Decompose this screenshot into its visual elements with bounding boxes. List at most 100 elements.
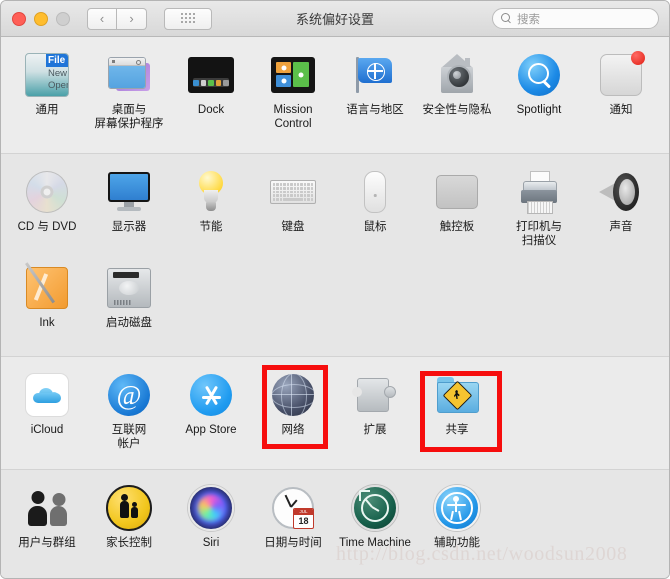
pref-label: 日期与时间 xyxy=(264,537,322,549)
close-window-button[interactable] xyxy=(12,11,26,26)
pref-item-sound[interactable]: 声音 xyxy=(580,164,662,248)
pref-label: 显示器 xyxy=(111,221,147,233)
pref-item-trackpad[interactable]: 触控板 xyxy=(416,164,498,248)
pref-label: 共享 xyxy=(445,424,469,436)
pref-item-energy-saver[interactable]: 节能 xyxy=(170,164,252,248)
pref-label: 互联网 帐户 xyxy=(111,424,147,450)
show-all-button[interactable] xyxy=(164,7,212,30)
pref-label: 键盘 xyxy=(281,221,305,233)
pref-item-sharing[interactable]: 共享 xyxy=(416,367,498,451)
users-groups-icon xyxy=(23,484,71,532)
section-hardware: CD 与 DVD 显示器 节能 键盘 鼠标 触控板 打印机与 扫描仪 声音 In… xyxy=(1,153,669,356)
pref-item-users-groups[interactable]: 用户与群组 xyxy=(6,480,88,551)
pref-item-language-region[interactable]: 语言与地区 xyxy=(334,47,416,131)
pref-label: 启动磁盘 xyxy=(106,317,152,329)
dock-icon xyxy=(187,51,235,99)
search-placeholder: 搜索 xyxy=(517,13,540,26)
pref-item-siri[interactable]: Siri xyxy=(170,480,252,551)
pref-item-notifications[interactable]: 通知 xyxy=(580,47,662,131)
window-titlebar: ‹ › 系统偏好设置 搜索 xyxy=(1,1,669,37)
pref-label: CD 与 DVD xyxy=(17,221,77,233)
pref-item-network[interactable]: 网络 xyxy=(252,367,334,451)
grid-icon xyxy=(180,13,196,24)
pref-item-extensions[interactable]: 扩展 xyxy=(334,367,416,451)
ink-icon xyxy=(23,262,71,312)
prefs-row: File New Open 通用 桌面与 屏幕保护程序 xyxy=(1,47,669,131)
pref-label: Spotlight xyxy=(516,104,562,116)
pref-item-spotlight[interactable]: Spotlight xyxy=(498,47,580,131)
pref-item-icloud[interactable]: iCloud xyxy=(6,367,88,451)
navigation-buttons: ‹ › xyxy=(87,7,147,30)
pref-item-keyboard[interactable]: 键盘 xyxy=(252,164,334,248)
pref-label: 通知 xyxy=(609,104,633,116)
desktop-screensaver-icon xyxy=(105,51,153,99)
section-personal: File New Open 通用 桌面与 屏幕保护程序 xyxy=(1,37,669,153)
prefs-row: CD 与 DVD 显示器 节能 键盘 鼠标 触控板 打印机与 扫描仪 声音 xyxy=(1,164,669,248)
pref-item-ink[interactable]: Ink xyxy=(6,260,88,331)
pref-item-desktop-screensaver[interactable]: 桌面与 屏幕保护程序 xyxy=(88,47,170,131)
pref-item-mouse[interactable]: 鼠标 xyxy=(334,164,416,248)
icloud-icon xyxy=(23,371,71,419)
notifications-icon xyxy=(597,51,645,99)
siri-icon xyxy=(187,484,235,532)
keyboard-icon xyxy=(269,168,317,216)
cd-dvd-icon xyxy=(23,168,71,216)
pref-label: 网络 xyxy=(281,424,305,436)
pref-item-app-store[interactable]: App Store xyxy=(170,367,252,451)
pref-label: Dock xyxy=(197,104,225,116)
pref-label: 桌面与 屏幕保护程序 xyxy=(94,104,164,130)
pref-item-general[interactable]: File New Open 通用 xyxy=(6,47,88,131)
pref-label: App Store xyxy=(185,424,237,436)
pref-item-accessibility[interactable]: 辅助功能 xyxy=(416,480,498,551)
internet-accounts-icon: @ xyxy=(105,371,153,419)
forward-button[interactable]: › xyxy=(117,7,147,30)
pref-item-printers-scanners[interactable]: 打印机与 扫描仪 xyxy=(498,164,580,248)
general-icon-menu-line2: New xyxy=(48,68,68,79)
pref-item-startup-disk[interactable]: 启动磁盘 xyxy=(88,260,170,331)
extensions-icon xyxy=(351,371,399,419)
system-preferences-window: ‹ › 系统偏好设置 搜索 File New Ope 通用 桌面与 屏幕保护程序… xyxy=(0,0,670,579)
pref-label: 语言与地区 xyxy=(346,104,404,116)
displays-icon xyxy=(105,168,153,216)
pref-item-dock[interactable]: Dock xyxy=(170,47,252,131)
language-region-icon xyxy=(351,51,399,99)
accessibility-icon xyxy=(433,484,481,532)
general-icon-menu-line1: File xyxy=(46,54,68,67)
sound-icon xyxy=(597,168,645,216)
network-icon xyxy=(269,371,317,419)
pref-item-security-privacy[interactable]: 安全性与隐私 xyxy=(416,47,498,131)
preferences-content: File New Open 通用 桌面与 屏幕保护程序 xyxy=(1,37,669,578)
time-machine-icon xyxy=(351,484,399,532)
parental-controls-icon xyxy=(105,484,153,532)
pref-label: Mission Control xyxy=(273,104,313,130)
pref-label: 扩展 xyxy=(363,424,387,436)
pref-item-mission-control[interactable]: Mission Control xyxy=(252,47,334,131)
mission-control-icon xyxy=(269,51,317,99)
pref-item-internet-accounts[interactable]: @ 互联网 帐户 xyxy=(88,367,170,451)
pref-item-parental-controls[interactable]: 家长控制 xyxy=(88,480,170,551)
minimize-window-button[interactable] xyxy=(34,11,48,26)
pref-label: 用户与群组 xyxy=(18,537,76,549)
pref-item-displays[interactable]: 显示器 xyxy=(88,164,170,248)
startup-disk-icon xyxy=(105,264,153,312)
pref-item-cd-dvd[interactable]: CD 与 DVD xyxy=(6,164,88,248)
app-store-icon xyxy=(187,371,235,419)
spotlight-icon xyxy=(515,51,563,99)
zoom-window-button[interactable] xyxy=(56,11,70,26)
mouse-icon xyxy=(351,168,399,216)
back-button[interactable]: ‹ xyxy=(87,7,117,30)
prefs-row: Ink 启动磁盘 xyxy=(1,260,669,331)
search-field[interactable]: 搜索 xyxy=(492,8,659,29)
pref-item-time-machine[interactable]: Time Machine xyxy=(334,480,416,551)
traffic-light-controls xyxy=(12,11,70,26)
energy-saver-icon xyxy=(187,168,235,216)
trackpad-icon xyxy=(433,168,481,216)
pref-item-date-time[interactable]: JUL 18 日期与时间 xyxy=(252,480,334,551)
general-icon: File New Open xyxy=(23,51,71,99)
pref-label: 家长控制 xyxy=(106,537,152,549)
section-internet-wireless: iCloud @ 互联网 帐户 App Store 网络 扩展 共享 xyxy=(1,356,669,469)
calendar-day: 18 xyxy=(298,516,309,526)
pref-label: Siri xyxy=(202,537,220,549)
pref-label: 声音 xyxy=(609,221,633,233)
pref-label: 安全性与隐私 xyxy=(422,104,492,116)
